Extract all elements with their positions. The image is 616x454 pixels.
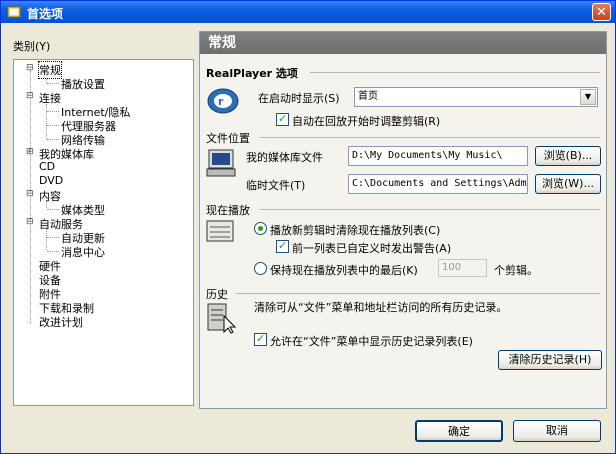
tree-item-general[interactable]: 常规 — [38, 61, 62, 79]
collapse-icon[interactable]: ⊟ — [26, 189, 34, 199]
settings-panel: 常规 RealPlayer 选项 r 在启动时显示(S) 首页 ▼ ✓ 自动在回… — [199, 31, 607, 409]
section-divider — [310, 72, 600, 73]
tree-item-content[interactable]: 内容 — [39, 188, 61, 204]
collapse-icon[interactable]: ⊟ — [26, 91, 34, 101]
section-file-location-title: 文件位置 — [206, 132, 250, 145]
history-icon — [207, 303, 236, 334]
tree-item-message-center[interactable]: 消息中心 — [61, 244, 105, 260]
section-realplayer-title: RealPlayer 选项 — [206, 67, 298, 80]
window-title: 首选项 — [27, 7, 64, 21]
clips-suffix: 个剪辑。 — [494, 264, 538, 277]
chevron-down-icon[interactable]: ▼ — [580, 89, 596, 105]
tree-item-dvd[interactable]: DVD — [39, 174, 63, 187]
app-icon — [7, 6, 21, 18]
tree-line — [47, 83, 59, 84]
temp-label: 临时文件(T) — [246, 179, 306, 192]
library-path-field[interactable]: D:\My Documents\My Music\ — [348, 146, 528, 166]
title-bar: 首选项 ✕ — [1, 1, 615, 23]
tree-line — [47, 251, 59, 252]
browse-library-button[interactable]: 浏览(B)... — [535, 146, 601, 166]
svg-text:r: r — [218, 95, 224, 108]
tree-item-cd[interactable]: CD — [39, 160, 55, 173]
collapse-icon[interactable]: ⊟ — [26, 63, 34, 73]
show-history-checkbox[interactable]: ✓ — [254, 332, 267, 346]
clear-on-new-radio[interactable] — [254, 222, 267, 235]
tree-line — [46, 104, 47, 140]
keep-last-radio[interactable] — [254, 262, 267, 275]
cancel-button[interactable]: 取消 — [513, 420, 601, 442]
show-history-label: 允许在“文件”菜单中显示历史记录列表(E) — [270, 335, 473, 348]
keep-count-stepper[interactable]: 100 — [438, 259, 487, 277]
startup-select-value: 首页 — [358, 91, 378, 102]
section-divider — [260, 137, 600, 138]
auto-adjust-checkbox[interactable]: ✓ — [276, 112, 289, 126]
history-description: 清除可从“文件”菜单和地址栏访问的所有历史记录。 — [254, 301, 508, 314]
section-divider — [260, 209, 600, 210]
close-icon: ✕ — [596, 5, 607, 20]
tree-line — [47, 237, 59, 238]
category-tree: ⊟ 常规 播放设置 ⊟ 连接 Internet/隐私 代理服务器 网络传输 ⊞ … — [13, 59, 194, 406]
tree-line — [47, 139, 59, 140]
category-label: 类别(Y) — [13, 40, 51, 53]
tree-line — [47, 125, 59, 126]
keep-last-label: 保持现在播放列表中的最后(K) — [270, 264, 418, 277]
ok-button[interactable]: 确定 — [415, 420, 503, 442]
temp-path-field[interactable]: C:\Documents and Settings\Adm — [348, 174, 528, 194]
warn-custom-checkbox[interactable]: ✓ — [276, 239, 289, 253]
clear-on-new-label: 播放新剪辑时清除现在播放列表(C) — [270, 224, 441, 237]
playlist-icon — [206, 220, 234, 242]
collapse-icon[interactable]: ⊟ — [26, 217, 34, 227]
tree-line — [47, 111, 59, 112]
browse-temp-button[interactable]: 浏览(W)... — [535, 174, 601, 194]
close-button[interactable]: ✕ — [592, 3, 611, 21]
realplayer-logo-icon: r — [207, 88, 239, 114]
section-now-playing-title: 现在播放 — [206, 204, 250, 217]
startup-label: 在启动时显示(S) — [258, 92, 340, 105]
startup-select[interactable]: 首页 ▼ — [354, 87, 598, 107]
warn-custom-label: 前一列表已自定义时发出警告(A) — [292, 242, 452, 255]
section-history-title: 历史 — [206, 288, 228, 301]
computer-icon — [206, 149, 236, 177]
tree-item-playback[interactable]: 播放设置 — [61, 76, 105, 92]
tree-item-connection[interactable]: 连接 — [39, 90, 61, 106]
panel-header: 常规 — [200, 32, 606, 54]
section-divider — [236, 293, 600, 294]
library-label: 我的媒体库文件 — [246, 151, 323, 164]
clear-history-button[interactable]: 清除历史记录(H) — [498, 350, 602, 370]
auto-adjust-label: 自动在回放开始时调整剪辑(R) — [292, 115, 441, 128]
preferences-window: 首选项 ✕ 类别(Y) ⊟ 常规 播放设置 ⊟ 连接 Internet/隐私 代… — [0, 0, 616, 454]
tree-line — [47, 209, 59, 210]
expand-icon[interactable]: ⊞ — [26, 147, 34, 157]
tree-item-improvement[interactable]: 改进计划 — [39, 314, 83, 330]
